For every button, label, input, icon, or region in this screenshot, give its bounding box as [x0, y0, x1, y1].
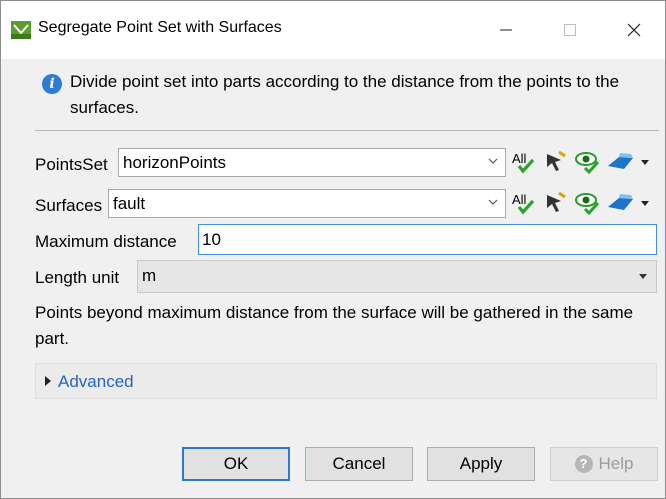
- view-3d-menu-surfaces[interactable]: [605, 189, 653, 217]
- svg-text:All: All: [512, 192, 527, 207]
- length-unit-select[interactable]: m: [137, 260, 657, 293]
- dialog-window: Segregate Point Set with Surfaces i Divi…: [0, 0, 666, 499]
- apply-button[interactable]: Apply: [427, 447, 535, 481]
- title-bar: Segregate Point Set with Surfaces: [1, 1, 665, 59]
- pick-cursor-icon: [547, 191, 566, 212]
- close-icon: [627, 23, 641, 37]
- max-distance-input[interactable]: [198, 224, 657, 255]
- pick-button-surfaces[interactable]: [541, 189, 569, 217]
- surfaces-combo[interactable]: fault: [108, 189, 506, 218]
- advanced-toggle[interactable]: Advanced: [58, 372, 134, 392]
- pick-button-pointsset[interactable]: [541, 148, 569, 176]
- select-all-button-surfaces[interactable]: All: [509, 189, 537, 217]
- select-all-button-pointsset[interactable]: All: [509, 148, 537, 176]
- expand-triangle-icon: [45, 376, 51, 386]
- chevron-down-icon: [488, 199, 498, 205]
- help-icon: ?: [574, 455, 593, 473]
- select-all-icon: All: [512, 151, 535, 174]
- svg-text:All: All: [512, 151, 527, 166]
- surfaces-value: fault: [113, 194, 146, 213]
- visibility-button-pointsset[interactable]: [573, 148, 601, 176]
- note-text: Points beyond maximum distance from the …: [35, 303, 634, 348]
- pointsset-value: horizonPoints: [123, 153, 227, 172]
- chevron-down-icon: [488, 158, 498, 164]
- minimize-icon: [500, 29, 512, 31]
- view-3d-icon: [608, 153, 649, 169]
- advanced-section[interactable]: Advanced: [35, 363, 657, 399]
- view-3d-icon: [608, 194, 649, 210]
- max-distance-label: Maximum distance: [35, 232, 177, 251]
- view-3d-menu-pointsset[interactable]: [605, 148, 653, 176]
- info-description: Divide point set into parts according to…: [70, 72, 620, 117]
- dropdown-arrow-icon: [639, 274, 647, 279]
- length-unit-label: Length unit: [35, 268, 120, 287]
- select-all-icon: All: [512, 192, 535, 215]
- maximize-icon: [564, 24, 576, 36]
- info-icon: i: [42, 74, 62, 94]
- eye-visibility-icon: [575, 152, 600, 175]
- help-label: Help: [598, 454, 634, 473]
- window-title: Segregate Point Set with Surfaces: [38, 19, 282, 36]
- ok-button[interactable]: OK: [182, 447, 290, 481]
- cancel-button[interactable]: Cancel: [305, 447, 413, 481]
- pick-cursor-icon: [547, 150, 566, 171]
- pointsset-label: PointsSet: [35, 155, 108, 174]
- eye-visibility-icon: [575, 193, 600, 216]
- help-button[interactable]: ? Help: [550, 447, 658, 481]
- separator: [35, 130, 659, 131]
- length-unit-value: m: [142, 266, 157, 285]
- pointsset-combo[interactable]: horizonPoints: [118, 148, 506, 177]
- visibility-button-surfaces[interactable]: [573, 189, 601, 217]
- maximize-button[interactable]: [547, 11, 593, 49]
- close-button[interactable]: [611, 11, 657, 49]
- minimize-button[interactable]: [483, 11, 529, 49]
- surfaces-label: Surfaces: [35, 196, 103, 215]
- app-icon: [11, 21, 31, 39]
